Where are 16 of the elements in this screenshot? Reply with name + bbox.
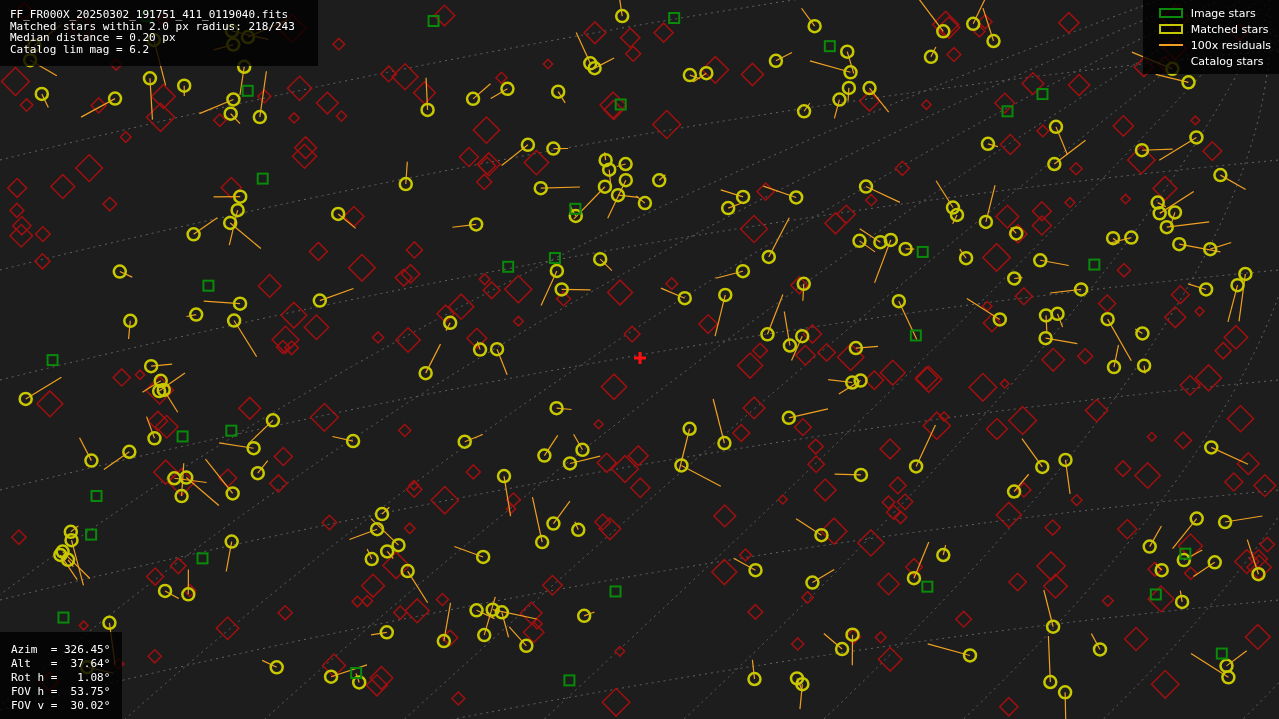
legend-label: Matched stars xyxy=(1190,22,1269,36)
info-text: Median distance = 0.20 px xyxy=(10,32,176,44)
legend-label: Image stars xyxy=(1190,6,1256,20)
hollow-rectangle-icon xyxy=(1158,24,1183,34)
legend-label: Catalog stars xyxy=(1190,54,1264,68)
legend-label: 100x residuals xyxy=(1190,38,1271,52)
pointing-text: Azim = 326.45° xyxy=(11,643,111,657)
pointing-text: Alt = 37.64° xyxy=(11,657,111,671)
square-marker-icon xyxy=(1158,8,1183,18)
pointing-text: Rot h = 1.08° xyxy=(11,671,111,685)
info-text: Catalog lim mag = 6.2 xyxy=(10,43,151,55)
line-segment-icon xyxy=(1158,44,1183,46)
pointing-text: FOV h = 53.75° xyxy=(11,685,111,699)
info-text: Matched stars within 2.0 px radius: 218/243 xyxy=(10,20,296,32)
info-text: FF_FR000X_20250302_191751_411_0119040.fits xyxy=(10,9,290,21)
pointing-text: FOV v = 30.02° xyxy=(11,699,111,713)
